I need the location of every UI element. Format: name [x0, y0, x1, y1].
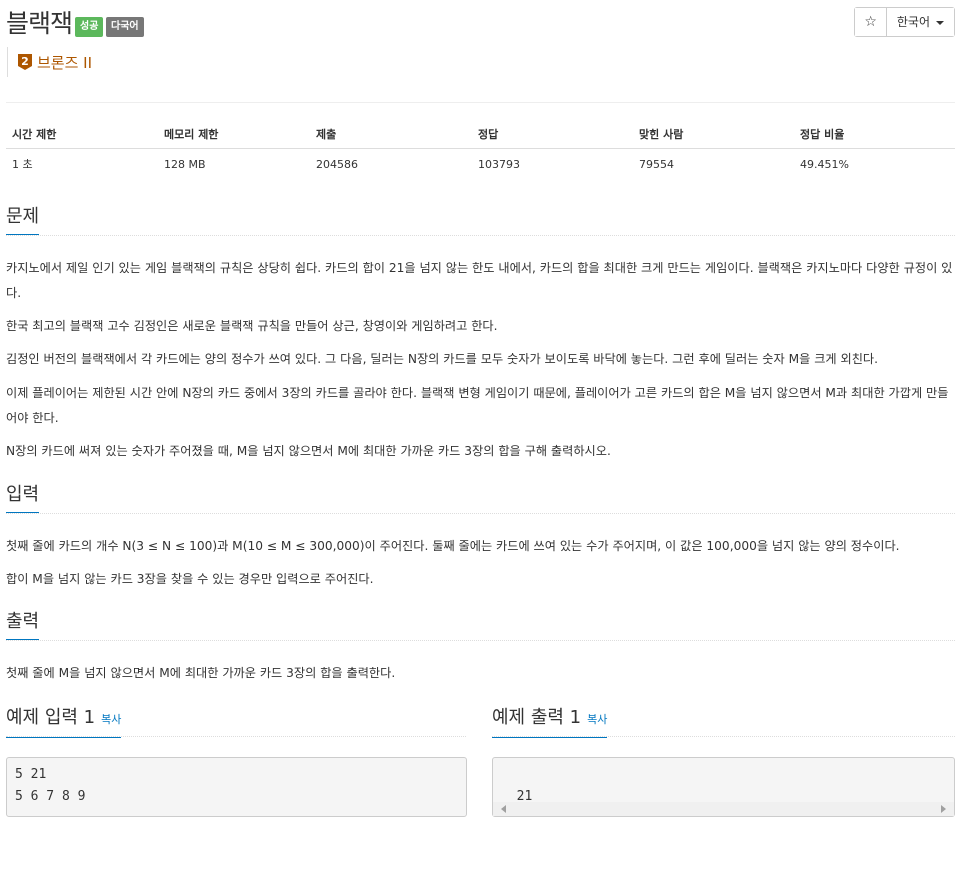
input-paragraph: 합이 M을 넘지 않는 카드 3장을 찾을 수 있는 경우만 입력으로 주어진다…: [6, 572, 374, 586]
sample-output-title: 예제 출력 1 복사: [492, 705, 608, 738]
stats-header-time: 시간 제한: [6, 120, 158, 149]
problem-section-title: 문제: [6, 204, 40, 235]
input-paragraph: 첫째 줄에 카드의 개수 N(3 ≤ N ≤ 100)과 M(10 ≤ M ≤ …: [6, 539, 900, 553]
top-toolbar: ☆ 한국어: [854, 7, 955, 37]
sample-output-box[interactable]: 21: [492, 757, 955, 817]
stats-time: 1 초: [12, 158, 33, 171]
star-button[interactable]: ☆: [855, 8, 887, 36]
scroll-left-icon[interactable]: [501, 805, 506, 813]
star-icon: ☆: [864, 14, 877, 30]
problem-paragraph: 한국 최고의 블랙잭 고수 김정인은 새로운 블랙잭 규칙을 만들어 상근, 창…: [6, 319, 498, 333]
copy-sample-output-button[interactable]: 복사: [587, 713, 607, 726]
sample-output-header: 예제 출력 1 복사: [492, 705, 955, 738]
tier-label: 브론즈 II: [37, 53, 93, 72]
input-section-header: 입력: [6, 482, 955, 514]
problem-paragraph: 김정인 버전의 블랙잭에서 각 카드에는 양의 정수가 쓰여 있다. 그 다음,…: [6, 352, 879, 366]
stats-header-ratio: 정답 비율: [794, 120, 955, 149]
sample-input-box[interactable]: 5 21 5 6 7 8 9: [6, 757, 467, 817]
copy-sample-input-button[interactable]: 복사: [101, 713, 121, 726]
input-section-title: 입력: [6, 482, 40, 513]
horizontal-scrollbar[interactable]: [493, 802, 954, 816]
chevron-down-icon: [936, 20, 944, 25]
stats-header-solvers: 맞힌 사람: [633, 120, 794, 149]
problem-paragraph: 이제 플레이어는 제한된 시간 안에 N장의 카드 중에서 3장의 카드를 골라…: [6, 386, 949, 425]
language-dropdown[interactable]: 한국어: [886, 8, 954, 36]
tier-indicator[interactable]: 2 브론즈 II: [7, 47, 92, 77]
sample-input-title: 예제 입력 1 복사: [6, 705, 122, 738]
stats-submissions: 204586: [316, 157, 358, 171]
problem-title: 블랙잭: [6, 9, 73, 38]
output-paragraph: 첫째 줄에 M을 넘지 않으면서 M에 최대한 가까운 카드 3장의 합을 출력…: [6, 666, 396, 680]
problem-section-header: 문제: [6, 204, 955, 236]
tier-icon: 2: [18, 54, 32, 70]
stats-accepted: 103793: [478, 157, 520, 171]
output-section-title: 출력: [6, 609, 40, 640]
divider: [6, 102, 955, 103]
stats-header-submissions: 제출: [310, 120, 472, 149]
stats-header-row: 시간 제한 메모리 제한 제출 정답 맞힌 사람 정답 비율: [6, 120, 955, 149]
status-badge-multilang: 다국어: [106, 17, 144, 37]
output-section-header: 출력: [6, 609, 955, 641]
language-label: 한국어: [896, 15, 930, 29]
status-badge-success: 성공: [75, 17, 104, 37]
stats-solvers: 79554: [639, 157, 674, 171]
problem-stats-table: 시간 제한 메모리 제한 제출 정답 맞힌 사람 정답 비율 1 초 128 M…: [6, 120, 955, 179]
sample-input-title-text: 예제 입력 1: [6, 707, 96, 728]
stats-header-accepted: 정답: [472, 120, 633, 149]
scroll-right-icon[interactable]: [941, 805, 946, 813]
sample-output-title-text: 예제 출력 1: [492, 707, 582, 728]
stats-value-row: 1 초 128 MB 204586 103793 79554 49.451%: [6, 149, 955, 180]
stats-memory: 128 MB: [164, 157, 206, 171]
stats-header-memory: 메모리 제한: [158, 120, 310, 149]
sample-input-header: 예제 입력 1 복사: [6, 705, 466, 738]
stats-ratio: 49.451%: [800, 157, 849, 171]
problem-paragraph: N장의 카드에 써져 있는 숫자가 주어졌을 때, M을 넘지 않으면서 M에 …: [6, 444, 611, 458]
problem-paragraph: 카지노에서 제일 인기 있는 게임 블랙잭의 규칙은 상당히 쉽다. 카드의 합…: [6, 261, 953, 300]
